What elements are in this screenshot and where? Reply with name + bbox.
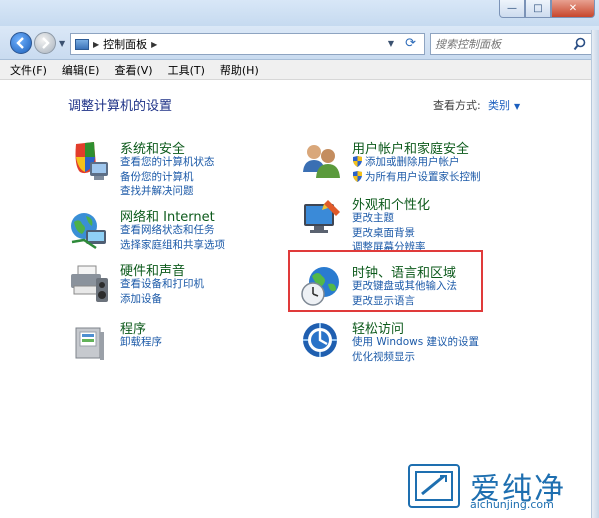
control-panel-content: 调整计算机的设置 查看方式: 类别 ▼ 系统和安全 查看您的计算机状态 备份您的计… [0, 80, 599, 518]
link-network-status[interactable]: 查看网络状态和任务 [120, 223, 225, 238]
recent-pages-dropdown[interactable]: ▼ [59, 39, 65, 48]
menu-tools[interactable]: 工具(T) [168, 62, 205, 78]
users-icon[interactable] [300, 140, 344, 184]
link-label: 为所有用户设置家长控制 [365, 170, 481, 183]
link-optimize-display[interactable]: 优化视频显示 [352, 350, 479, 365]
search-input[interactable] [435, 36, 570, 52]
control-panel-icon [75, 38, 89, 50]
network-globe-icon[interactable] [68, 208, 112, 252]
link-backup-computer[interactable]: 备份您的计算机 [120, 170, 215, 185]
navigation-bar: ▼ ▶ 控制面板 ▶ ▼ ⟳ [0, 26, 599, 60]
view-by-value: 类别 [488, 99, 510, 112]
address-bar[interactable]: ▶ 控制面板 ▶ ▼ ⟳ [70, 33, 425, 55]
menu-file[interactable]: 文件(F) [10, 62, 47, 78]
breadcrumb-arrow-icon[interactable]: ▶ [151, 40, 157, 49]
printer-speaker-icon[interactable] [68, 262, 112, 306]
minimize-button[interactable]: — [499, 0, 525, 18]
shield-computer-icon[interactable] [68, 140, 112, 184]
link-view-computer-status[interactable]: 查看您的计算机状态 [120, 155, 215, 170]
link-change-theme[interactable]: 更改主题 [352, 211, 426, 226]
back-button[interactable] [10, 32, 32, 54]
close-button[interactable]: ✕ [551, 0, 595, 18]
search-icon[interactable] [573, 37, 586, 51]
menu-view[interactable]: 查看(V) [114, 62, 152, 78]
watermark-logo [408, 464, 460, 508]
page-title: 调整计算机的设置 [68, 99, 173, 114]
view-by-dropdown[interactable]: 类别 ▼ [488, 97, 520, 113]
forward-button[interactable] [34, 32, 56, 54]
link-troubleshoot[interactable]: 查找并解决问题 [120, 184, 215, 199]
highlight-box [288, 250, 483, 312]
link-recommended-settings[interactable]: 使用 Windows 建议的设置 [352, 335, 479, 350]
link-uninstall-program[interactable]: 卸载程序 [120, 335, 162, 350]
watermark: 爱纯净 aichunjing.com [408, 464, 593, 512]
link-homegroup-sharing[interactable]: 选择家庭组和共享选项 [120, 238, 225, 253]
link-add-remove-accounts[interactable]: 添加或删除用户帐户 [352, 155, 481, 170]
link-add-device[interactable]: 添加设备 [120, 292, 204, 307]
search-box[interactable] [430, 33, 592, 55]
link-change-background[interactable]: 更改桌面背景 [352, 226, 426, 241]
menu-edit[interactable]: 编辑(E) [62, 62, 100, 78]
programs-box-icon[interactable] [68, 320, 112, 364]
breadcrumb-control-panel[interactable]: 控制面板 [103, 36, 147, 52]
monitor-brush-icon[interactable] [300, 196, 344, 240]
uac-shield-icon [353, 170, 362, 182]
arrow-left-icon [16, 37, 24, 49]
breadcrumb-arrow-icon[interactable]: ▶ [93, 40, 99, 49]
ease-of-access-icon[interactable] [300, 320, 344, 364]
caption-buttons: — □ ✕ [499, 0, 595, 18]
arrow-right-icon [42, 37, 50, 49]
watermark-url: aichunjing.com [470, 498, 554, 511]
refresh-icon[interactable]: ⟳ [405, 36, 416, 51]
uac-shield-icon [353, 156, 362, 167]
menu-help[interactable]: 帮助(H) [220, 62, 259, 78]
window-right-edge [591, 30, 599, 518]
link-parental-controls[interactable]: 为所有用户设置家长控制 [352, 170, 481, 185]
address-dropdown-icon[interactable]: ▼ [388, 39, 394, 48]
link-devices-printers[interactable]: 查看设备和打印机 [120, 277, 204, 292]
view-by-label: 查看方式: [433, 99, 481, 112]
chevron-down-icon: ▼ [514, 102, 521, 111]
link-label: 添加或删除用户帐户 [365, 156, 460, 168]
menu-bar: 文件(F) 编辑(E) 查看(V) 工具(T) 帮助(H) [0, 60, 599, 80]
maximize-button[interactable]: □ [525, 0, 551, 18]
watermark-logo-icon [415, 471, 453, 501]
